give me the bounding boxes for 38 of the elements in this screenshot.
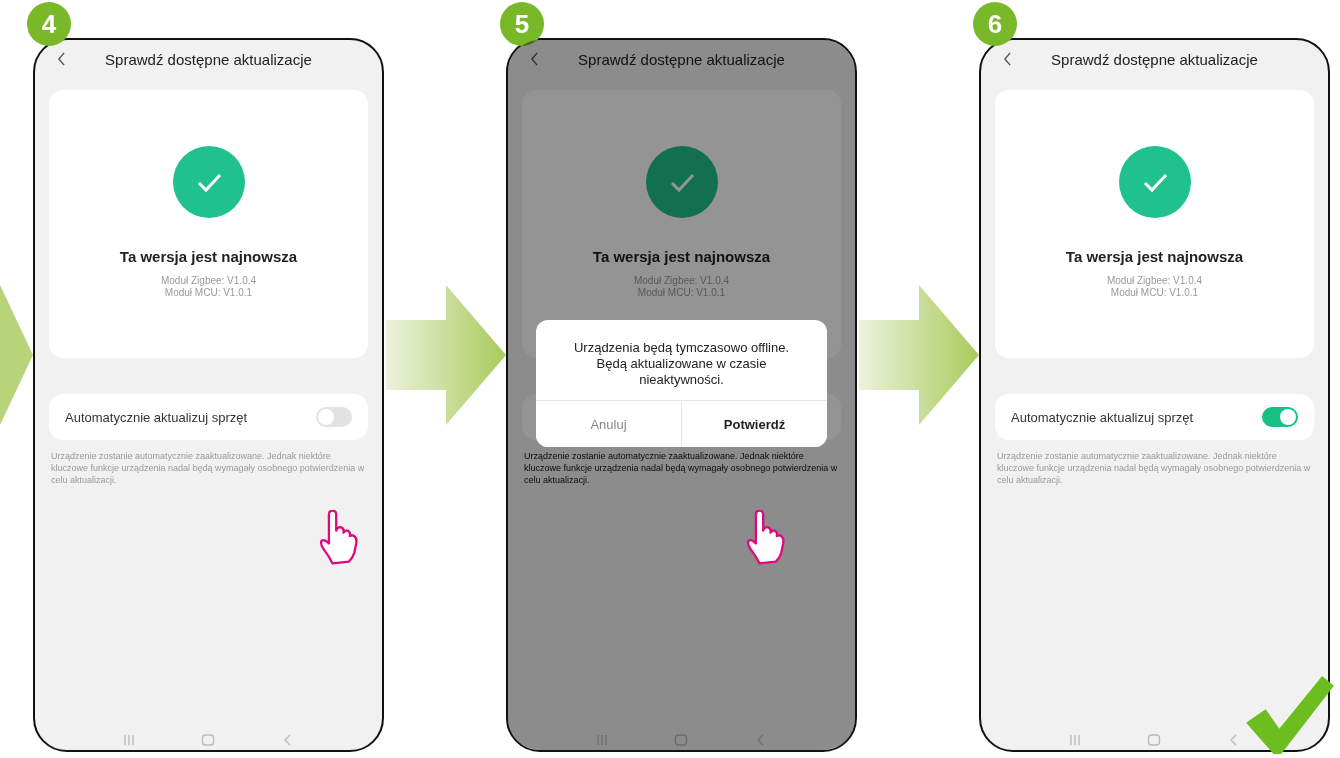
step-badge: 6 — [973, 2, 1017, 46]
description-text: Urządzenie zostanie automatycznie zaaktualizowane. Jednak niektóre kluczowe funkcje urządzenia nadal będą wymagały osobnego potwierdzenia w celu aktualizacji. — [524, 450, 839, 486]
status-text: Ta wersja jest najnowsza — [592, 248, 771, 265]
home-icon[interactable] — [674, 734, 689, 746]
description-text: Urządzenie zostanie automatycznie zaaktualizowane. Jednak niektóre kluczowe funkcje urządzenia nadal będą wymagały osobnego potwierdzenia w celu aktualizacji. — [997, 450, 1312, 486]
version-text: Moduł MCU: V1.0.1 — [1110, 287, 1199, 299]
home-icon[interactable] — [1147, 734, 1162, 746]
recent-apps-icon[interactable] — [121, 734, 136, 746]
version-text: Moduł MCU: V1.0.1 — [637, 287, 726, 299]
dialog-message: Urządzenia będą tymczasowo offline. Będą aktualizowane w czasie nieaktywności. — [572, 339, 791, 389]
setting-label: Automatycznie aktualizuj sprzęt — [65, 409, 248, 425]
status-text: Ta wersja jest najnowsza — [119, 248, 298, 265]
check-circle-icon — [645, 146, 718, 218]
version-text: Moduł MCU: V1.0.1 — [164, 287, 253, 299]
step-badge: 5 — [500, 2, 544, 46]
screen-title: Sprawdź dostępne aktualizacje — [578, 50, 785, 68]
arrow-icon — [0, 285, 33, 425]
home-icon[interactable] — [201, 734, 216, 746]
version-text: Moduł Zigbee: V1.0.4 — [1106, 275, 1203, 287]
description-text: Urządzenie zostanie automatycznie zaaktualizowane. Jednak niektóre kluczowe funkcje urządzenia nadal będą wymagały osobnego potwierdzenia w celu aktualizacji. — [51, 450, 366, 486]
toggle-switch[interactable] — [1262, 407, 1298, 427]
back-icon[interactable] — [530, 52, 539, 66]
version-text: Moduł Zigbee: V1.0.4 — [633, 275, 730, 287]
status-text: Ta wersja jest najnowsza — [1065, 248, 1244, 265]
step-badge: 4 — [27, 2, 71, 46]
setting-label: Automatycznie aktualizuj sprzęt — [1011, 409, 1194, 425]
back-icon[interactable] — [1003, 52, 1012, 66]
check-circle-icon — [1118, 146, 1191, 218]
back-icon[interactable] — [57, 52, 66, 66]
check-circle-icon — [172, 146, 245, 218]
recent-apps-icon[interactable] — [1067, 734, 1082, 746]
screen-title: Sprawdź dostępne aktualizacje — [1051, 50, 1258, 68]
screen-title: Sprawdź dostępne aktualizacje — [105, 50, 312, 68]
arrow-icon — [386, 285, 506, 425]
toggle-switch[interactable] — [316, 407, 352, 427]
version-text: Moduł Zigbee: V1.0.4 — [160, 275, 257, 287]
cancel-button[interactable]: Anuluj — [536, 401, 682, 447]
arrow-icon — [859, 285, 979, 425]
